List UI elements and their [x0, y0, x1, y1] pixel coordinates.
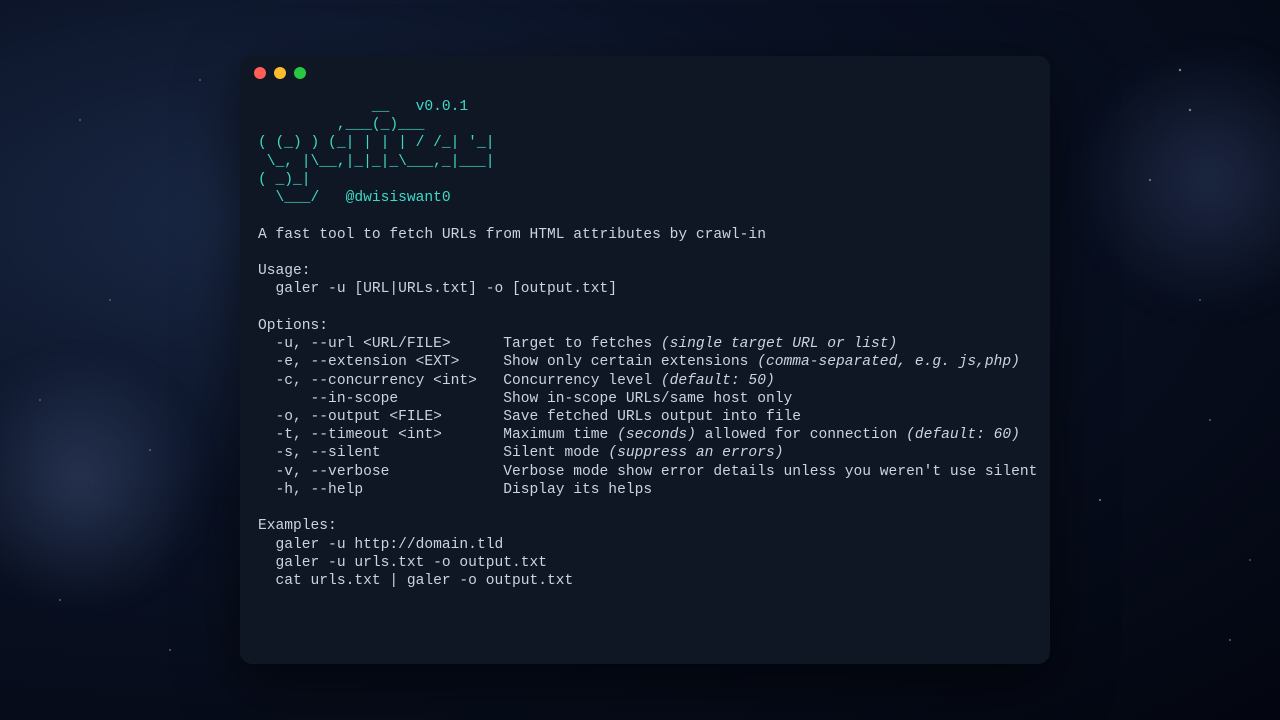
option-silent: -s, --silent Silent mode (suppress an er… — [258, 445, 783, 461]
examples-heading: Examples: — [258, 518, 337, 534]
example-line: galer -u http://domain.tld — [258, 537, 503, 553]
maximize-icon[interactable] — [294, 67, 306, 79]
titlebar — [240, 56, 1050, 90]
minimize-icon[interactable] — [274, 67, 286, 79]
author-handle: @dwisiswant0 — [346, 190, 451, 206]
example-line: cat urls.txt | galer -o output.txt — [258, 573, 573, 589]
terminal-output: __ v0.0.1 ,___(_)___ ( (_) ) (_| | | | /… — [240, 90, 1050, 608]
option-verbose: -v, --verbose Verbose mode show error de… — [258, 464, 1037, 480]
background-nebula — [0, 350, 210, 610]
close-icon[interactable] — [254, 67, 266, 79]
example-line: galer -u urls.txt -o output.txt — [258, 555, 547, 571]
option-url: -u, --url <URL/FILE> Target to fetches (… — [258, 336, 897, 352]
terminal-window: __ v0.0.1 ,___(_)___ ( (_) ) (_| | | | /… — [240, 56, 1050, 664]
usage-heading: Usage: — [258, 263, 311, 279]
option-concurrency: -c, --concurrency <int> Concurrency leve… — [258, 373, 775, 389]
option-timeout: -t, --timeout <int> Maximum time (second… — [258, 427, 1020, 443]
option-extension: -e, --extension <EXT> Show only certain … — [258, 354, 1020, 370]
option-in-scope: --in-scope Show in-scope URLs/same host … — [258, 391, 792, 407]
option-help: -h, --help Display its helps — [258, 482, 652, 498]
usage-line: galer -u [URL|URLs.txt] -o [output.txt] — [258, 281, 617, 297]
description: A fast tool to fetch URLs from HTML attr… — [258, 227, 766, 243]
background-nebula — [1080, 40, 1280, 320]
option-output: -o, --output <FILE> Save fetched URLs ou… — [258, 409, 801, 425]
options-heading: Options: — [258, 318, 328, 334]
